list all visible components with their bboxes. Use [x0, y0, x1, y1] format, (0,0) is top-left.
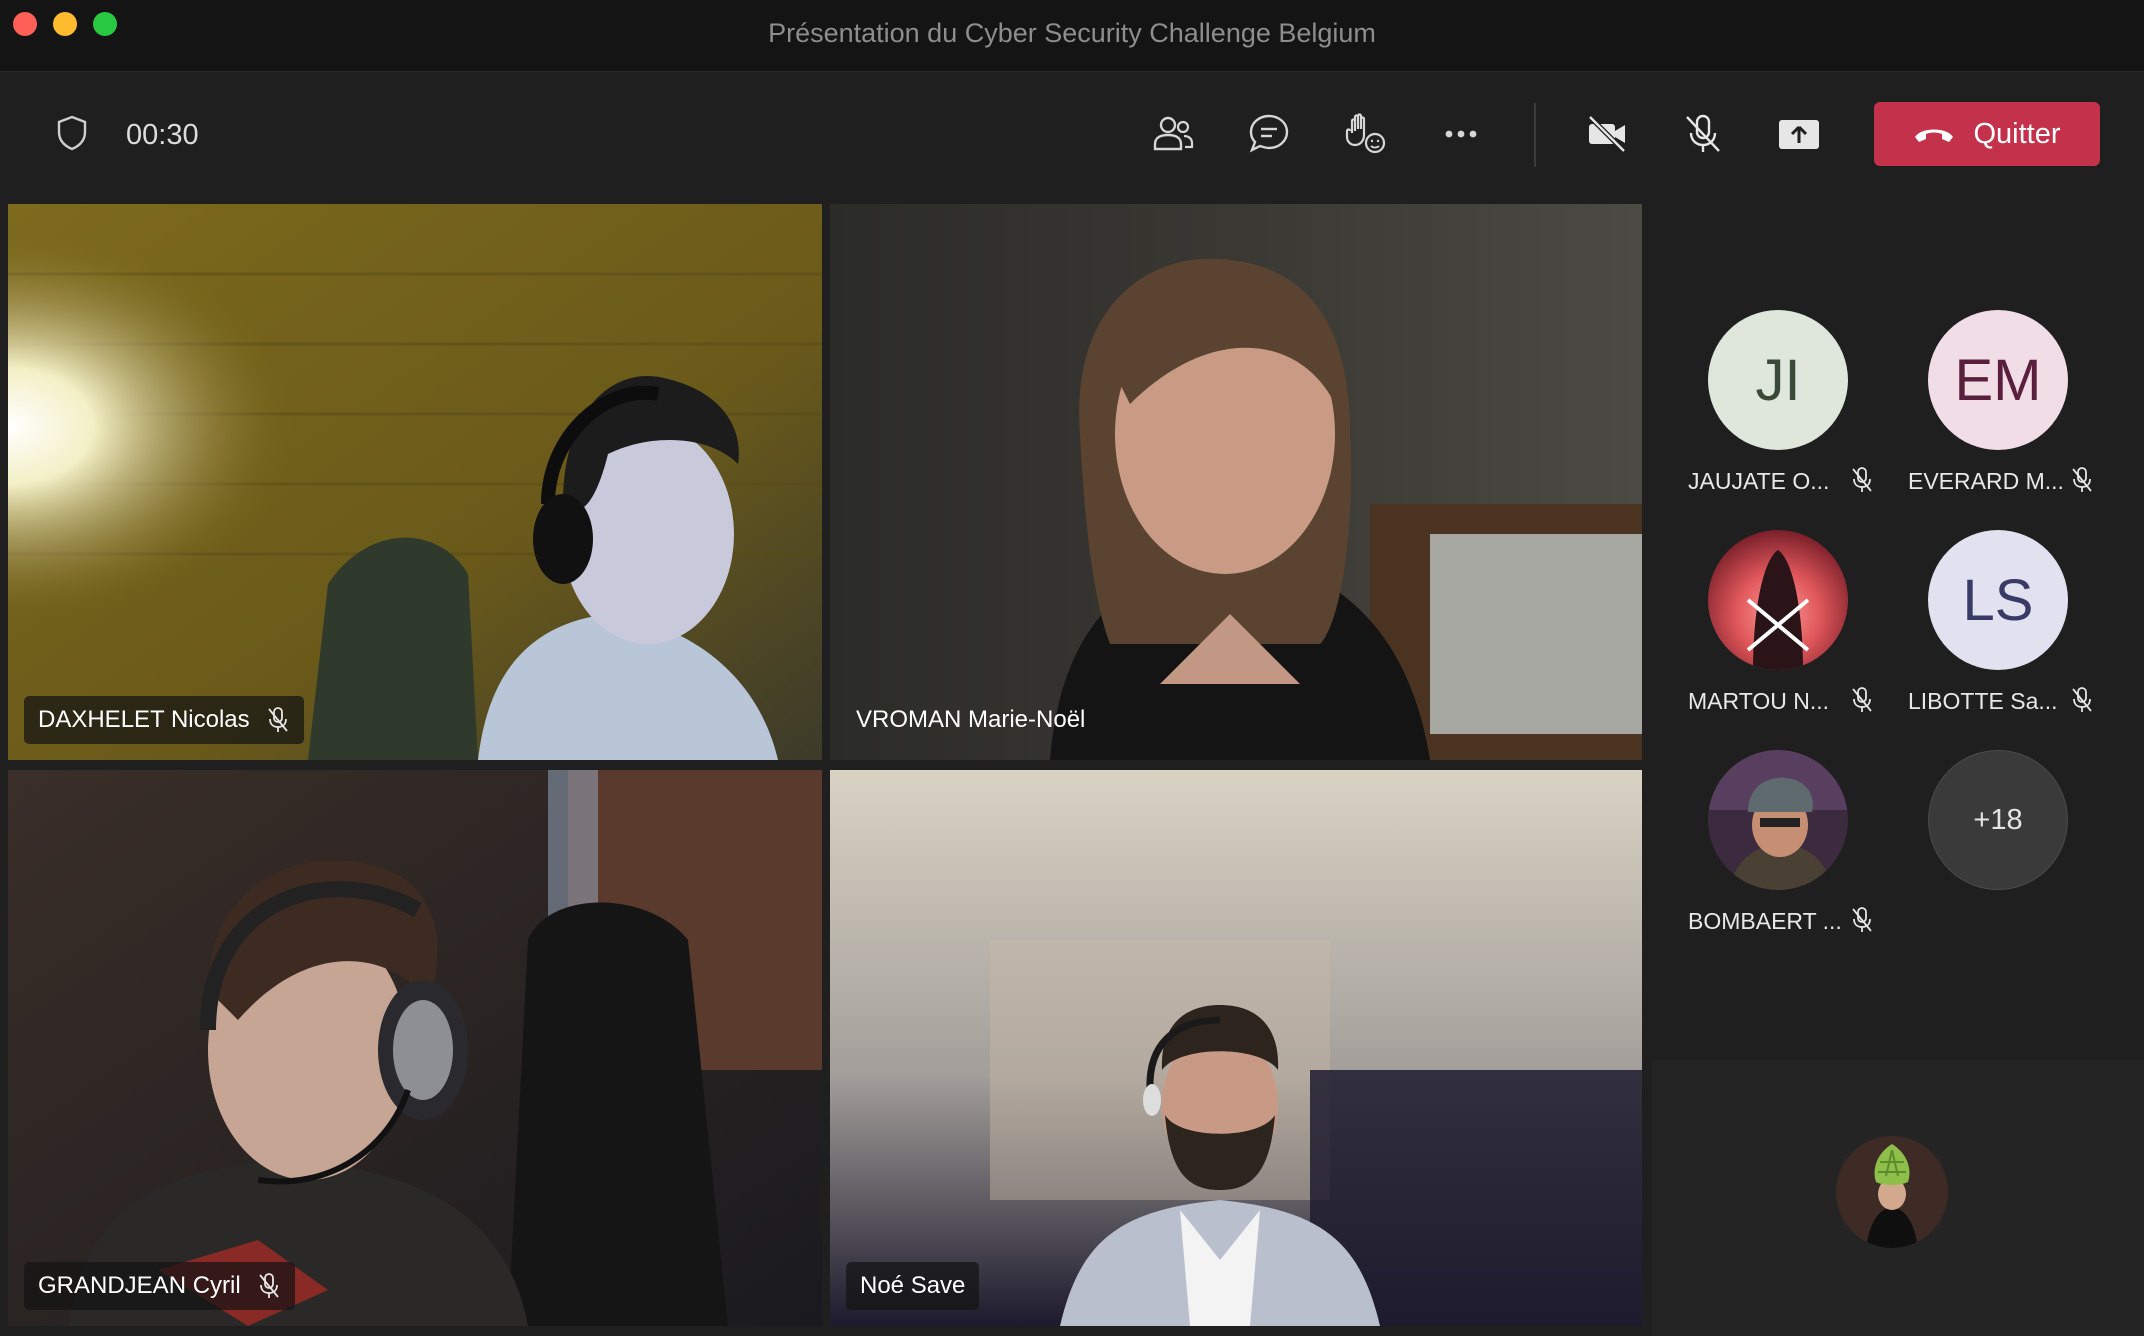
share-screen-button[interactable] — [1771, 106, 1827, 162]
camera-toggle-button[interactable] — [1579, 106, 1635, 162]
participant-nametag: GRANDJEAN Cyril — [24, 1262, 295, 1310]
leave-meeting-button[interactable]: Quitter — [1874, 102, 2100, 166]
mic-off-icon — [1686, 114, 1720, 152]
video-tile-noe-save[interactable]: Noé Save — [830, 770, 1642, 1326]
roster-person-name: BOMBAERT ... — [1688, 908, 1842, 934]
participant-nametag: Noé Save — [846, 1262, 980, 1310]
participant-roster: JI JAUJATE O... EM EVERARD M... MARTOU N… — [1652, 204, 2144, 1056]
avatar: EM — [1928, 310, 2068, 450]
self-avatar[interactable] — [1836, 1136, 1948, 1248]
avatar: JI — [1708, 310, 1848, 450]
camera-off-icon — [1588, 115, 1626, 153]
mic-off-icon — [1852, 467, 1872, 492]
roster-person-everard[interactable]: EM EVERARD M... — [1872, 310, 2092, 510]
teams-meeting-window: Présentation du Cyber Security Challenge… — [0, 0, 2144, 1336]
roster-person-name: LIBOTTE Sa... — [1908, 688, 2058, 714]
participant-video — [8, 770, 822, 1326]
chat-button[interactable] — [1241, 106, 1297, 162]
reactions-button[interactable] — [1337, 106, 1393, 162]
participant-name: Noé Save — [860, 1272, 966, 1299]
profile-picture — [1708, 530, 1848, 670]
title-bar: Présentation du Cyber Security Challenge… — [0, 0, 2144, 72]
mic-off-icon — [1852, 907, 1872, 932]
participant-name: GRANDJEAN Cyril — [38, 1272, 241, 1299]
self-view-panel — [1652, 1060, 2144, 1336]
video-tile-daxhelet[interactable]: DAXHELET Nicolas — [8, 204, 822, 760]
mic-off-icon — [267, 707, 288, 732]
roster-person-libotte[interactable]: LS LIBOTTE Sa... — [1872, 530, 2092, 730]
video-tile-grandjean[interactable]: GRANDJEAN Cyril — [8, 770, 822, 1326]
mic-off-icon — [1852, 687, 1872, 712]
mic-off-icon — [258, 1273, 279, 1298]
avatar — [1708, 530, 1848, 670]
roster-person-name: JAUJATE O... — [1688, 468, 1830, 494]
mic-off-icon — [2072, 687, 2092, 712]
chat-icon — [1249, 114, 1289, 153]
hang-up-icon — [1915, 129, 1954, 142]
more-icon — [1445, 130, 1477, 138]
participant-video — [830, 770, 1642, 1326]
profile-picture — [1708, 750, 1848, 890]
people-icon — [1153, 116, 1194, 151]
meeting-toolbar: 00:30 Quitter — [0, 73, 2144, 195]
participant-video — [8, 204, 822, 760]
mic-off-icon — [2072, 467, 2092, 492]
roster-person-name: MARTOU N... — [1688, 688, 1829, 714]
window-title: Présentation du Cyber Security Challenge… — [768, 18, 1376, 48]
participants-button[interactable] — [1145, 106, 1201, 162]
overflow-count-badge[interactable]: +18 — [1928, 750, 2068, 890]
avatar — [1708, 750, 1848, 890]
toolbar-divider — [1534, 103, 1536, 167]
participant-video — [830, 204, 1642, 760]
mic-toggle-button[interactable] — [1675, 106, 1731, 162]
participant-nametag: DAXHELET Nicolas — [24, 696, 304, 744]
roster-person-bombaert[interactable]: BOMBAERT ... — [1652, 750, 1872, 950]
participant-name: VROMAN Marie-Noël — [856, 706, 1086, 733]
more-options-button[interactable] — [1433, 106, 1489, 162]
shield-icon[interactable] — [56, 115, 88, 151]
meeting-timer: 00:30 — [126, 119, 199, 151]
share-screen-icon — [1779, 120, 1819, 149]
raise-hand-icon — [1345, 113, 1386, 154]
roster-person-martou[interactable]: MARTOU N... — [1652, 530, 1872, 730]
roster-person-jaujate[interactable]: JI JAUJATE O... — [1652, 310, 1872, 510]
participant-nametag: VROMAN Marie-Noël — [842, 696, 1099, 744]
roster-person-name: EVERARD M... — [1908, 468, 2064, 494]
leave-label: Quitter — [1973, 117, 2061, 150]
roster-overflow[interactable]: +18 — [1872, 750, 2092, 950]
profile-picture — [1836, 1136, 1948, 1248]
participant-name: DAXHELET Nicolas — [38, 706, 250, 733]
video-tile-vroman[interactable]: VROMAN Marie-Noël — [830, 204, 1642, 760]
avatar: LS — [1928, 530, 2068, 670]
